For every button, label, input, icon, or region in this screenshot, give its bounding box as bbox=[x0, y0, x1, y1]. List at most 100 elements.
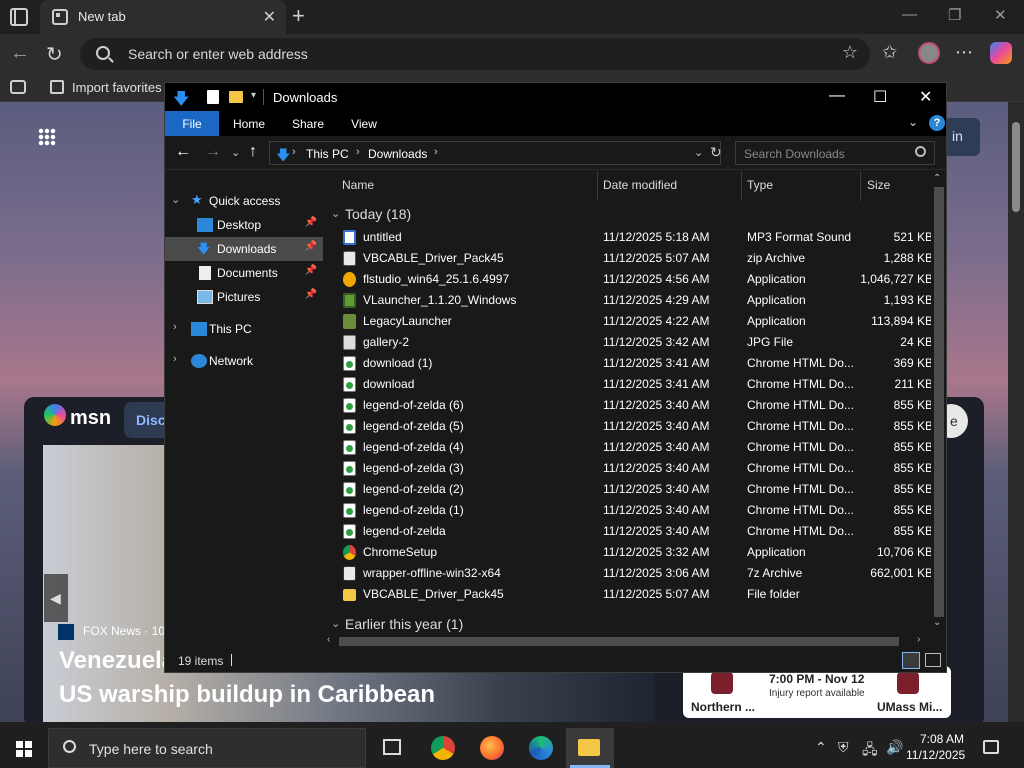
favorites-icon[interactable]: ✩ bbox=[882, 42, 897, 63]
column-header-name[interactable]: Name bbox=[342, 171, 374, 201]
column-header-date[interactable]: Date modified bbox=[603, 171, 677, 201]
refresh-icon[interactable]: ↻ bbox=[710, 144, 722, 161]
minimize-icon[interactable]: — bbox=[902, 6, 917, 23]
nav-quick-access[interactable]: ⌄ ★ Quick access bbox=[165, 189, 323, 213]
address-bar[interactable]: Search or enter web address ☆ bbox=[80, 38, 870, 70]
expand-arrow-icon[interactable]: ⌄ bbox=[171, 193, 180, 206]
scroll-down-icon[interactable]: ⌄ bbox=[933, 617, 941, 628]
task-view-icon[interactable] bbox=[383, 739, 401, 755]
tab-new-tab[interactable]: New tab ✕ bbox=[40, 0, 286, 34]
security-icon[interactable]: ⛨ bbox=[838, 739, 849, 756]
forward-icon[interactable]: → bbox=[205, 143, 221, 161]
expand-arrow-icon[interactable]: › bbox=[173, 321, 177, 333]
properties-icon[interactable] bbox=[207, 90, 219, 104]
file-row[interactable]: untitled 11/12/2025 5:18 AM MP3 Format Sou… bbox=[323, 227, 931, 248]
import-favorites-link[interactable]: Import favorites bbox=[72, 80, 162, 95]
help-icon[interactable]: ? bbox=[929, 115, 945, 131]
column-header-type[interactable]: Type bbox=[747, 171, 773, 201]
details-view-icon[interactable] bbox=[902, 652, 920, 669]
sign-in-button[interactable]: in bbox=[944, 118, 980, 156]
taskbar-search-box[interactable]: Type here to search bbox=[48, 728, 366, 768]
collapse-group-icon[interactable]: ⌄ bbox=[331, 617, 340, 630]
scroll-up-icon[interactable]: ⌃ bbox=[933, 173, 941, 184]
nav-documents[interactable]: Documents 📌 bbox=[165, 261, 323, 285]
file-row[interactable]: VLauncher_1.1.20_Windows 11/12/2025 4:29 … bbox=[323, 290, 931, 311]
address-breadcrumb[interactable]: 🡇 › This PC › Downloads › ⌄ ↻ bbox=[269, 141, 722, 165]
horizontal-scroll-thumb[interactable] bbox=[339, 637, 899, 646]
profile-avatar[interactable] bbox=[918, 42, 940, 64]
close-window-icon[interactable]: ✕ bbox=[994, 6, 1007, 24]
copilot-icon[interactable] bbox=[990, 42, 1012, 64]
nav-network[interactable]: › Network bbox=[165, 349, 323, 373]
sports-card[interactable]: 7:00 PM - Nov 12 Injury report available… bbox=[683, 666, 951, 718]
edge-icon[interactable] bbox=[529, 736, 553, 760]
file-row[interactable]: wrapper-offline-win32-x64 11/12/2025 3:06… bbox=[323, 563, 931, 584]
up-icon[interactable]: ↑ bbox=[249, 143, 257, 161]
file-row[interactable]: LegacyLauncher 11/12/2025 4:22 AM Applicat… bbox=[323, 311, 931, 332]
close-tab-icon[interactable]: ✕ bbox=[263, 7, 276, 27]
new-folder-icon[interactable] bbox=[229, 91, 243, 103]
column-header-size[interactable]: Size bbox=[867, 171, 890, 201]
back-icon[interactable]: ← bbox=[175, 143, 191, 161]
back-icon[interactable]: ← bbox=[10, 42, 30, 65]
horizontal-scrollbar[interactable]: ‹ › bbox=[323, 634, 931, 648]
file-row[interactable]: download (1) 11/12/2025 3:41 AM Chrome HTM… bbox=[323, 353, 931, 374]
refresh-icon[interactable]: ↻ bbox=[46, 42, 63, 67]
ribbon-tab-home[interactable]: Home bbox=[227, 111, 271, 136]
group-today[interactable]: ⌄ Today (18) bbox=[323, 203, 931, 227]
column-divider[interactable] bbox=[741, 171, 742, 201]
customize-quick-access-icon[interactable]: ▾ bbox=[251, 90, 256, 101]
close-icon[interactable]: ✕ bbox=[919, 87, 932, 107]
file-row[interactable]: legend-of-zelda (6) 11/12/2025 3:40 AM Chr… bbox=[323, 395, 931, 416]
clock-date[interactable]: 11/12/2025 bbox=[906, 748, 965, 762]
file-row[interactable]: legend-of-zelda (1) 11/12/2025 3:40 AM Chr… bbox=[323, 500, 931, 521]
file-row[interactable]: legend-of-zelda (2) 11/12/2025 3:40 AM Chr… bbox=[323, 479, 931, 500]
scroll-left-icon[interactable]: ‹ bbox=[327, 634, 330, 645]
notifications-icon[interactable] bbox=[983, 740, 999, 754]
scroll-right-icon[interactable]: › bbox=[917, 634, 920, 645]
show-hidden-icons-icon[interactable]: ⌃ bbox=[815, 739, 827, 756]
volume-icon[interactable]: 🔊 bbox=[886, 739, 903, 756]
nav-this-pc[interactable]: › This PC bbox=[165, 317, 323, 341]
nav-downloads[interactable]: 🡇 Downloads 📌 bbox=[165, 237, 323, 261]
address-dropdown-icon[interactable]: ⌄ bbox=[694, 146, 703, 159]
file-row[interactable]: gallery-2 11/12/2025 3:42 AM JPG File 24 KB bbox=[323, 332, 931, 353]
file-row[interactable]: legend-of-zelda 11/12/2025 3:40 AM Chrome … bbox=[323, 521, 931, 542]
ribbon-tab-view[interactable]: View bbox=[345, 111, 383, 136]
apps-grid-icon[interactable] bbox=[38, 128, 56, 146]
network-icon[interactable]: 🖧 bbox=[862, 739, 878, 763]
file-row[interactable]: legend-of-zelda (3) 11/12/2025 3:40 AM Chr… bbox=[323, 458, 931, 479]
vertical-scrollbar[interactable]: ⌃ ⌄ bbox=[931, 171, 946, 649]
firefox-icon[interactable] bbox=[480, 736, 504, 760]
large-icons-view-icon[interactable] bbox=[925, 653, 941, 667]
file-row[interactable]: flstudio_win64_25.1.6.4997 11/12/2025 4:5… bbox=[323, 269, 931, 290]
favorite-star-icon[interactable]: ☆ bbox=[842, 42, 858, 63]
chrome-icon[interactable] bbox=[431, 736, 455, 760]
ribbon-tab-share[interactable]: Share bbox=[287, 111, 329, 136]
search-downloads-input[interactable]: Search Downloads bbox=[735, 141, 935, 165]
file-row[interactable]: legend-of-zelda (4) 11/12/2025 3:40 AM Chr… bbox=[323, 437, 931, 458]
tab-actions-icon[interactable] bbox=[10, 8, 28, 26]
column-divider[interactable] bbox=[597, 171, 598, 201]
page-scrollbar[interactable] bbox=[1008, 102, 1024, 722]
minimize-icon[interactable]: — bbox=[829, 87, 845, 105]
column-divider[interactable] bbox=[860, 171, 861, 201]
windows-start-icon[interactable] bbox=[16, 741, 32, 757]
maximize-icon[interactable]: ☐ bbox=[873, 87, 887, 107]
file-row[interactable]: download 11/12/2025 3:41 AM Chrome HTML Do… bbox=[323, 374, 931, 395]
file-row[interactable]: legend-of-zelda (5) 11/12/2025 3:40 AM Chr… bbox=[323, 416, 931, 437]
vertical-scroll-thumb[interactable] bbox=[934, 187, 944, 617]
recent-locations-icon[interactable]: ⌄ bbox=[231, 146, 240, 159]
file-row[interactable]: VBCABLE_Driver_Pack45 11/12/2025 5:07 AM F… bbox=[323, 584, 931, 605]
ribbon-tab-file[interactable]: File bbox=[165, 111, 219, 136]
breadcrumb-this-pc[interactable]: This PC bbox=[306, 147, 349, 161]
nav-desktop[interactable]: Desktop 📌 bbox=[165, 213, 323, 237]
carousel-prev-icon[interactable]: ◀ bbox=[44, 574, 68, 622]
expand-ribbon-icon[interactable]: ⌄ bbox=[908, 115, 918, 129]
file-row[interactable]: VBCABLE_Driver_Pack45 11/12/2025 5:07 AM z… bbox=[323, 248, 931, 269]
collapse-group-icon[interactable]: ⌄ bbox=[331, 207, 340, 220]
more-menu-icon[interactable]: ⋯ bbox=[955, 42, 973, 63]
page-scroll-thumb[interactable] bbox=[1012, 122, 1020, 212]
file-row[interactable]: ChromeSetup 11/12/2025 3:32 AM Application… bbox=[323, 542, 931, 563]
expand-arrow-icon[interactable]: › bbox=[173, 353, 177, 365]
